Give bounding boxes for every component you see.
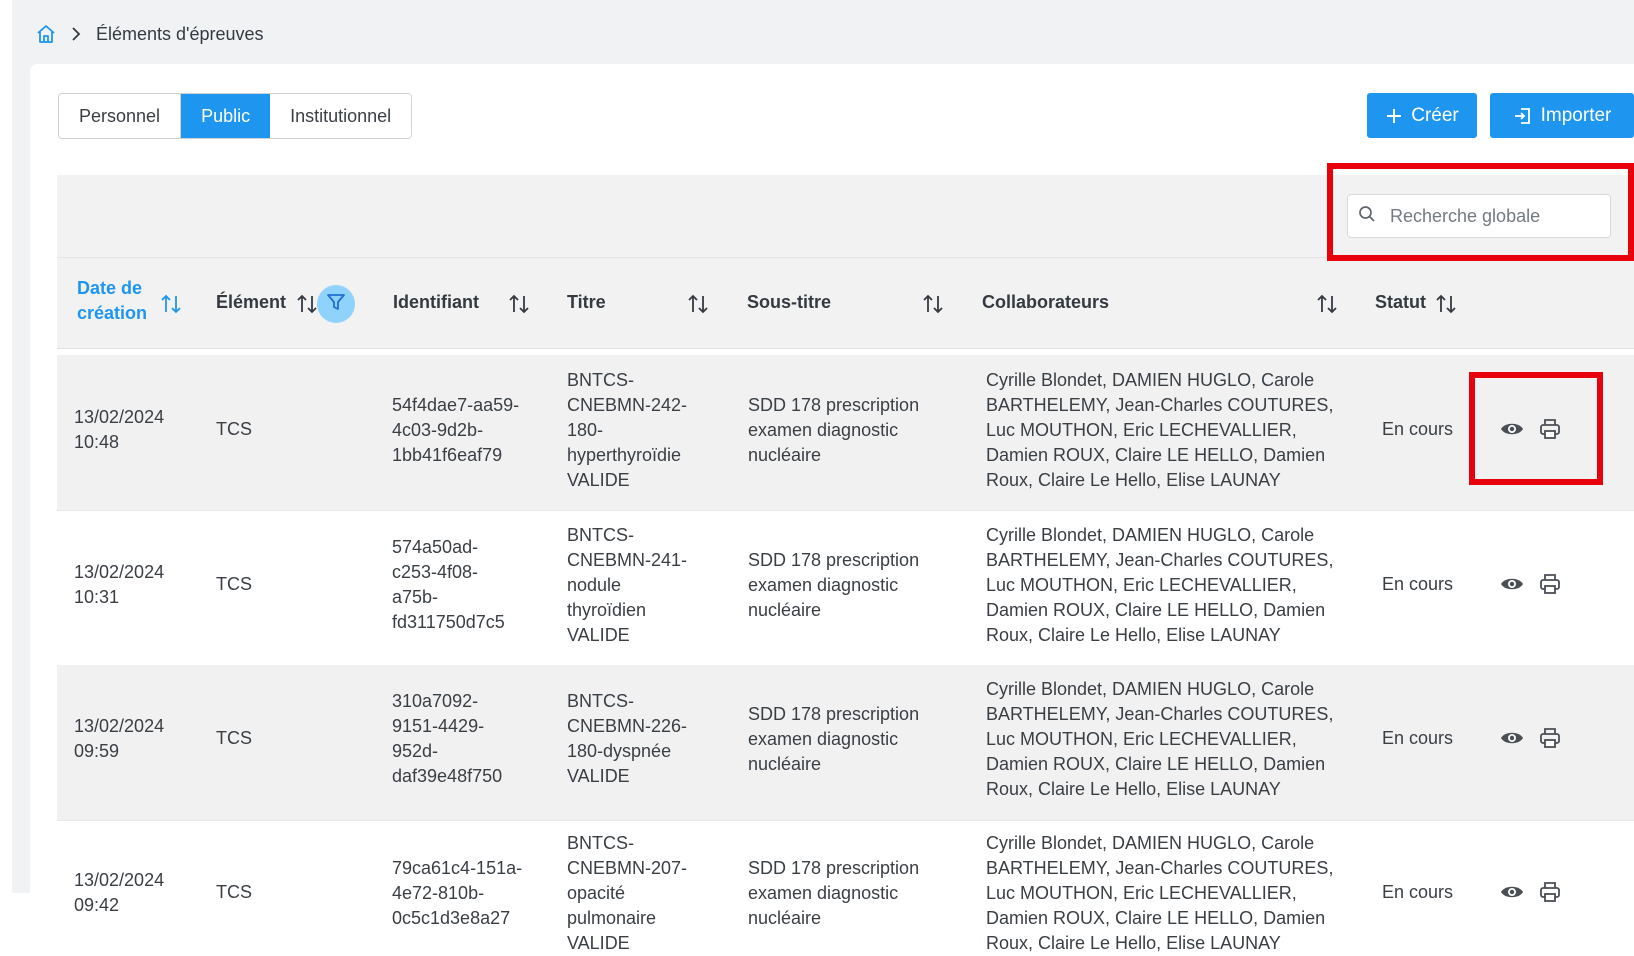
row-actions <box>1500 726 1562 755</box>
sort-icon[interactable] <box>687 294 709 319</box>
breadcrumb: Éléments d'épreuves <box>36 20 264 48</box>
cell-statut: En cours <box>1382 728 1454 748</box>
sort-icon[interactable] <box>296 294 318 319</box>
cell-element: TCS <box>216 574 252 594</box>
cell-statut: En cours <box>1382 574 1454 594</box>
cell-sous-titre: SDD 178 prescription examen diagnostic nuc… <box>748 858 920 928</box>
column-header-date-line2: création <box>77 303 148 323</box>
import-button[interactable]: Importer <box>1490 93 1634 138</box>
column-header-date-line1: Date de <box>77 278 143 298</box>
chevron-right-icon <box>70 26 82 42</box>
cell-sous-titre: SDD 178 prescription examen diagnostic nuc… <box>748 550 920 620</box>
global-search <box>1347 194 1611 238</box>
sort-icon[interactable] <box>508 294 530 319</box>
cell-element: TCS <box>216 728 252 748</box>
cell-collaborateurs: Cyrille Blondet, DAMIEN HUGLO, Carole BAR… <box>986 679 1334 799</box>
cell-titre: BNTCS- CNEBMN-226- 180-dyspnée VALIDE <box>567 691 688 786</box>
create-button-label: Créer <box>1411 104 1459 126</box>
eye-icon[interactable] <box>1500 729 1524 752</box>
column-header-identifiant[interactable]: Identifiant <box>393 290 479 315</box>
cell-sous-titre: SDD 178 prescription examen diagnostic nuc… <box>748 704 920 774</box>
column-header-element[interactable]: Élément <box>216 290 286 315</box>
import-icon <box>1513 106 1533 126</box>
cell-date: 13/02/2024 10:31 <box>74 562 165 607</box>
sort-icon[interactable] <box>1316 294 1338 319</box>
home-icon[interactable] <box>36 24 56 44</box>
eye-icon[interactable] <box>1500 883 1524 906</box>
element-filter-button[interactable] <box>317 285 355 323</box>
cell-identifiant: 79ca61c4-151a- 4e72-810b- 0c5c1d3e8a27 <box>392 858 523 928</box>
search-input[interactable] <box>1388 204 1592 228</box>
import-button-label: Importer <box>1540 104 1612 126</box>
cell-date: 13/02/2024 09:42 <box>74 870 165 915</box>
column-header-collaborateurs[interactable]: Collaborateurs <box>982 290 1109 315</box>
cell-statut: En cours <box>1382 419 1454 439</box>
printer-icon[interactable] <box>1538 726 1562 755</box>
cell-titre: BNTCS- CNEBMN-242- 180- hyperthyroïdie VALID… <box>567 370 688 490</box>
column-header-statut[interactable]: Statut <box>1375 290 1426 315</box>
visibility-tabs: Personnel Public Institutionnel <box>58 93 413 139</box>
column-header-date[interactable]: Date de création <box>77 276 147 326</box>
cell-titre: BNTCS- CNEBMN-241- nodule thyroïdien VALIDE <box>567 525 688 645</box>
tab-public[interactable]: Public <box>180 94 271 138</box>
row-actions <box>1500 572 1562 601</box>
column-header-sous-titre[interactable]: Sous-titre <box>747 290 831 315</box>
create-button[interactable]: Créer <box>1367 93 1477 138</box>
sort-icon[interactable] <box>160 294 182 319</box>
column-header-titre[interactable]: Titre <box>567 290 606 315</box>
sort-icon[interactable] <box>1435 294 1457 319</box>
row-actions <box>1500 880 1562 909</box>
cell-date: 13/02/2024 10:48 <box>74 407 165 452</box>
sort-icon[interactable] <box>922 294 944 319</box>
eye-icon[interactable] <box>1500 575 1524 598</box>
cell-collaborateurs: Cyrille Blondet, DAMIEN HUGLO, Carole BAR… <box>986 525 1334 645</box>
printer-icon[interactable] <box>1538 417 1562 446</box>
cell-date: 13/02/2024 09:59 <box>74 716 165 761</box>
eye-icon[interactable] <box>1500 420 1524 443</box>
cell-identifiant: 310a7092- 9151-4429- 952d-daf39e48f750 <box>392 691 503 786</box>
cell-sous-titre: SDD 178 prescription examen diagnostic nuc… <box>748 395 920 465</box>
tab-personnel[interactable]: Personnel <box>59 94 180 138</box>
breadcrumb-current: Éléments d'épreuves <box>96 23 264 44</box>
cell-identifiant: 54f4dae7-aa59- 4c03-9d2b- 1bb41f6eaf79 <box>392 395 520 465</box>
cell-element: TCS <box>216 419 252 439</box>
printer-icon[interactable] <box>1538 880 1562 909</box>
filter-icon <box>326 292 346 317</box>
cell-collaborateurs: Cyrille Blondet, DAMIEN HUGLO, Carole BAR… <box>986 833 1334 953</box>
row-actions <box>1500 417 1562 446</box>
printer-icon[interactable] <box>1538 572 1562 601</box>
search-icon <box>1358 205 1376 228</box>
tab-institutionnel[interactable]: Institutionnel <box>270 94 411 138</box>
cell-identifiant: 574a50ad-c253-4f08- a75b-fd311750d7c5 <box>392 537 505 632</box>
cell-collaborateurs: Cyrille Blondet, DAMIEN HUGLO, Carole BAR… <box>986 370 1334 490</box>
cell-titre: BNTCS- CNEBMN-207- opacité pulmonaire VALIDE <box>567 833 688 953</box>
plus-icon <box>1385 107 1403 125</box>
